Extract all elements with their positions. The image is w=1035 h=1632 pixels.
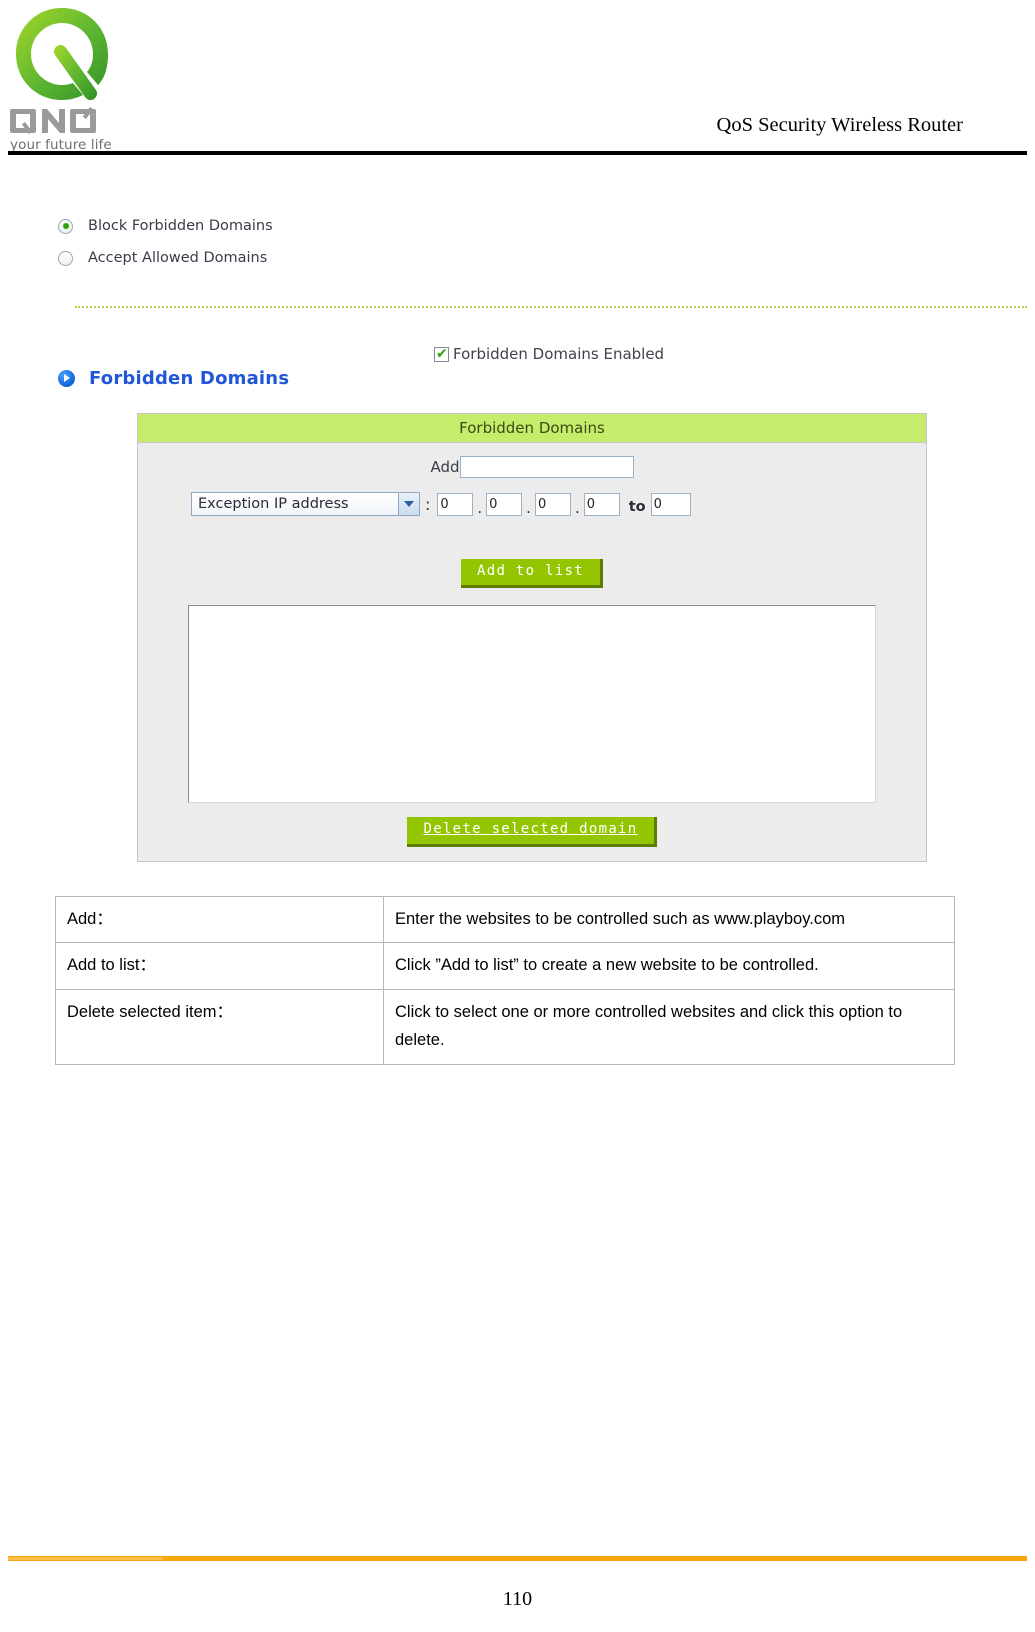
ip-dot: .: [477, 499, 483, 517]
exception-type-select[interactable]: Exception IP address: [191, 492, 420, 516]
option-accept-allowed-domains[interactable]: Accept Allowed Domains: [58, 242, 273, 274]
table-row: Add： Enter the websites to be controlled…: [55, 895, 955, 944]
radio-block-forbidden-domains[interactable]: [58, 218, 73, 234]
header-divider: [8, 151, 1027, 155]
table-row: Add to list： Click ”Add to list” to crea…: [55, 942, 955, 990]
check-icon: ✔: [436, 345, 448, 362]
add-to-list-button[interactable]: Add to list: [460, 559, 604, 589]
domain-mode-options: Block Forbidden Domains Accept Allowed D…: [58, 210, 273, 274]
forbidden-domains-panel: Forbidden Domains Add Exception IP addre…: [137, 413, 927, 862]
qno-logo: your future life: [10, 4, 120, 153]
desc-value: Click to select one or more controlled w…: [383, 988, 955, 1065]
footer-divider: [8, 1556, 1027, 1561]
document-header: your future life QoS Security Wireless R…: [0, 0, 1035, 156]
desc-value: Enter the websites to be controlled such…: [383, 895, 955, 944]
logo-wordmark: [10, 106, 114, 136]
page-number: 110: [502, 1588, 533, 1610]
ip-range-end-input[interactable]: [650, 492, 691, 516]
forbidden-domains-listbox[interactable]: [188, 605, 876, 804]
exception-ip-row: Exception IP address : . . . to: [191, 491, 926, 517]
desc-key: Add to list：: [55, 942, 384, 990]
logo-q-icon: [10, 4, 114, 104]
section-divider: [75, 306, 1027, 308]
delete-domain-row: Delete selected domain: [138, 817, 926, 847]
panel-body: Add Exception IP address : . . . to Add …: [138, 443, 926, 861]
add-domain-input[interactable]: [459, 456, 634, 478]
option-label: Block Forbidden Domains: [88, 218, 273, 234]
add-to-list-row: Add to list: [138, 559, 926, 589]
panel-title: Forbidden Domains: [138, 414, 926, 443]
delete-selected-domain-button[interactable]: Delete selected domain: [407, 817, 657, 847]
page-title: QoS Security Wireless Router: [716, 114, 963, 136]
section-heading-label: Forbidden Domains: [89, 368, 290, 389]
exception-type-value: Exception IP address: [198, 496, 349, 512]
table-row: Delete selected item： Click to select on…: [55, 988, 955, 1065]
checkbox-forbidden-domains-enabled[interactable]: ✔: [434, 345, 449, 362]
ip-octet-4[interactable]: [583, 492, 620, 516]
ip-range-to-label: to: [628, 499, 646, 515]
ip-dot: .: [526, 499, 531, 517]
arrow-bullet-icon: [58, 370, 75, 387]
ip-colon: :: [425, 494, 431, 514]
ip-dot: .: [574, 499, 580, 517]
section-heading: Forbidden Domains: [58, 368, 289, 389]
add-domain-row: Add: [138, 456, 926, 478]
enable-label: Forbidden Domains Enabled: [453, 345, 665, 363]
desc-value: Click ”Add to list” to create a new webs…: [383, 942, 955, 990]
field-description-table: Add： Enter the websites to be controlled…: [55, 895, 955, 1065]
radio-accept-allowed-domains[interactable]: [58, 250, 73, 266]
forbidden-domains-enable-row[interactable]: ✔ Forbidden Domains Enabled: [434, 345, 664, 363]
add-field-label: Add: [430, 458, 460, 476]
desc-key: Delete selected item：: [55, 988, 384, 1065]
option-label: Accept Allowed Domains: [88, 250, 268, 266]
desc-key: Add：: [55, 895, 384, 944]
chevron-down-icon[interactable]: [398, 493, 419, 515]
ip-octet-1[interactable]: [437, 492, 474, 516]
ip-octet-3[interactable]: [534, 492, 571, 516]
ip-octet-2[interactable]: [486, 492, 523, 516]
option-block-forbidden-domains[interactable]: Block Forbidden Domains: [58, 210, 273, 242]
